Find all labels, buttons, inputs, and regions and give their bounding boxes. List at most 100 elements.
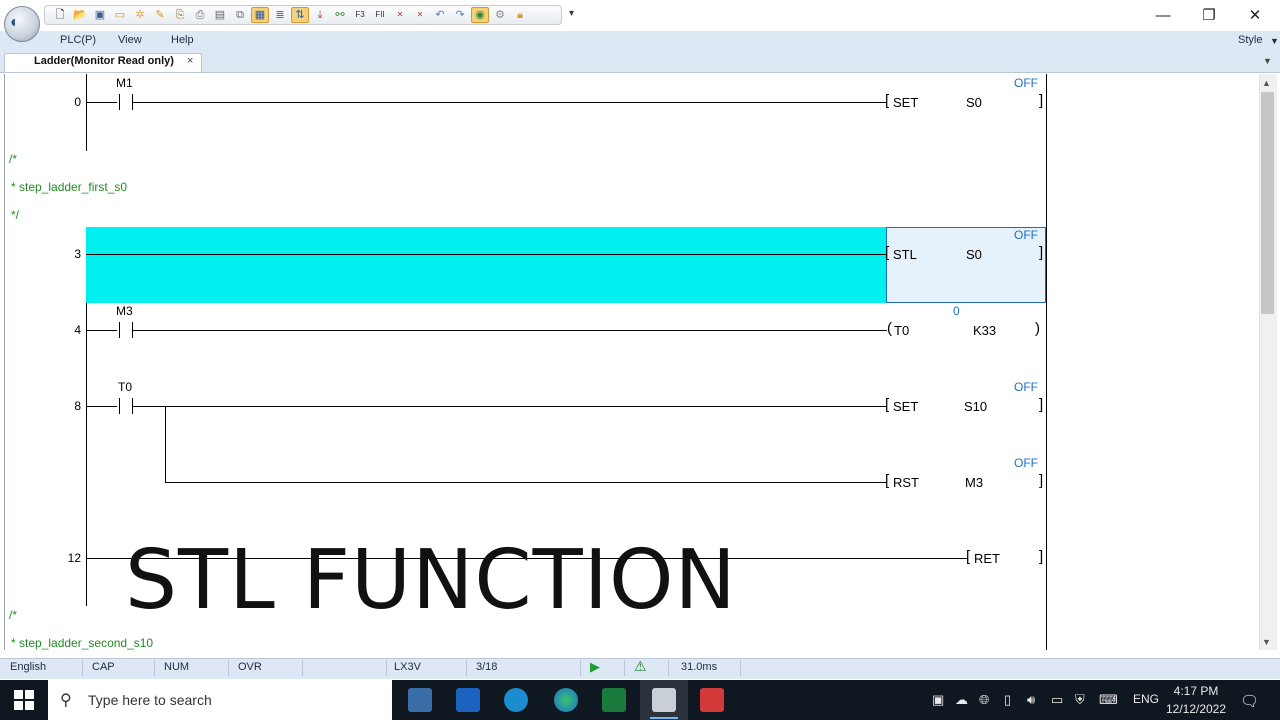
coil-close-bracket: ] [1039,244,1044,261]
transfer-icon[interactable]: ⇅ [291,7,309,23]
cf3-icon[interactable]: ✕ [391,7,409,23]
style-menu[interactable]: Style [1238,34,1262,46]
instruction-operand: S0 [966,247,982,262]
file-explorer-app-icon[interactable] [408,688,432,712]
tab-list-dropdown-icon[interactable]: ▼ [1263,56,1272,66]
monitor-value: OFF [1014,380,1038,394]
menu-view[interactable]: View [118,34,142,46]
save-as-icon[interactable]: ▣ [91,7,109,23]
style-dropdown-icon[interactable]: ▼ [1270,36,1279,46]
tray-app-icon[interactable]: ▣ [932,692,944,708]
scrollbar-thumb[interactable] [1261,92,1274,314]
restore-button[interactable]: ❐ [1186,0,1232,30]
step-number: 12 [67,551,81,565]
f3-icon[interactable]: F3 [351,7,369,23]
tab-close-icon[interactable]: × [187,55,193,67]
status-separator [624,660,625,676]
status-cap: CAP [92,661,115,673]
qat-dropdown-icon[interactable]: ▾ [569,8,574,19]
copy-icon[interactable]: ⎘ [171,7,189,23]
instruction-set[interactable]: SET [893,95,918,110]
coil-open-bracket: [ [885,472,890,489]
plc-editor-app-icon[interactable] [652,688,676,712]
instruction-rst[interactable]: RST [893,475,919,490]
volume-icon[interactable]: 🔊︎ [1027,692,1035,708]
menu-plc[interactable]: PLC(P) [60,34,96,46]
scroll-up-icon[interactable]: ▲ [1262,78,1271,88]
save-icon[interactable]: ▤ [211,7,229,23]
redo-icon[interactable]: ↷ [451,7,469,23]
quick-access-toolbar: 🗋 📂 ▣ ▭ ✲ ✎ ⎘ ⎙ ▤ ⧉ ▦ ≣ ⇅ ⤓ ⚯ F3 FII ✕ ✕… [44,5,562,25]
globe-icon[interactable]: 🌐︎ [979,692,989,708]
coil-open-bracket: [ [885,92,890,109]
tools-icon[interactable]: ✎ [151,7,169,23]
shield-icon[interactable]: ⛨ [1075,692,1085,708]
overlay-title: STL FUNCTION [125,533,737,628]
gear-icon[interactable]: ✲ [131,7,149,23]
windows-start-icon[interactable] [14,690,34,710]
status-separator [386,660,387,676]
status-language: English [10,661,47,673]
open-folder-icon[interactable]: 📂 [71,7,89,23]
left-power-rail [86,303,87,606]
instruction-set[interactable]: SET [893,399,918,414]
instruction-timer[interactable]: T0 [894,323,909,338]
usb-icon[interactable]: ▯ [1004,692,1011,708]
coil-open-bracket: [ [966,548,971,565]
monitor-value: OFF [1014,76,1038,90]
undo-icon[interactable]: ↶ [431,7,449,23]
settings-icon[interactable]: ⚙ [491,7,509,23]
instruction-operand: M3 [965,475,984,490]
keyboard-icon[interactable]: ⌨ [1099,692,1118,708]
status-separator [740,660,741,676]
instruction-ret[interactable]: RET [974,551,1000,566]
tab-label: Ladder(Monitor Read only) [34,55,174,67]
scroll-down-icon[interactable]: ▼ [1262,637,1271,647]
screen-recorder-app-icon[interactable] [700,688,724,712]
network-icon[interactable]: ⚯ [331,7,349,23]
contact-m3[interactable] [117,322,133,338]
clock-date[interactable]: 12/12/2022 [1160,702,1232,716]
contact-t0[interactable] [117,398,133,414]
duplicate-icon[interactable]: ⧉ [231,7,249,23]
download-icon[interactable]: ⤓ [311,7,329,23]
close-button[interactable]: ✕ [1232,0,1278,30]
open-project-icon[interactable]: ▭ [111,7,129,23]
language-indicator[interactable]: ENG [1133,692,1159,706]
photos-app-icon[interactable] [456,688,480,712]
contact-m1[interactable] [117,94,133,110]
instruction-stl[interactable]: STL [893,247,917,262]
monitor-value: OFF [1014,456,1038,470]
comment-line: * step_ladder_first_s0 [11,180,128,194]
status-separator [466,660,467,676]
new-file-icon[interactable]: 🗋 [51,7,69,23]
print-icon[interactable]: ⎙ [191,7,209,23]
clock-time[interactable]: 4:17 PM [1166,684,1226,698]
excel-app-icon[interactable] [602,688,626,712]
status-ovr: OVR [238,661,262,673]
status-scan-time: 31.0ms [681,661,718,673]
ladder-editor[interactable]: 0 M1 [ SET S0 ] OFF /* * step_ladder_fir… [4,74,1260,650]
onedrive-icon[interactable]: ☁ [955,692,968,708]
minimize-button[interactable]: — [1140,0,1186,30]
ccleaner-app-icon[interactable] [504,688,528,712]
comment-line: * step_ladder_second_s10 [11,636,154,650]
find-icon[interactable]: ≣ [271,7,289,23]
fii-icon[interactable]: FII [371,7,389,23]
lock-icon[interactable]: 🔒︎ [511,7,529,23]
monitor-mode-icon[interactable]: ▦ [251,7,269,23]
notification-icon[interactable]: 🗨︎ [1240,692,1259,710]
cfii-icon[interactable]: ✕ [411,7,429,23]
comment-line: /* [9,152,18,166]
comment-line: */ [11,208,20,222]
status-plc-model: LX3V [394,661,421,673]
menu-help[interactable]: Help [171,34,194,46]
coil-close-bracket: ] [1039,92,1044,109]
active-app-indicator [650,717,678,719]
edge-dev-app-icon[interactable] [554,688,578,712]
battery-icon[interactable]: ▭ [1051,692,1063,708]
instruction-operand: S10 [964,399,988,414]
online-icon[interactable]: ◉ [471,7,489,23]
right-power-rail [1046,74,1047,650]
status-page: 3/18 [476,661,498,673]
